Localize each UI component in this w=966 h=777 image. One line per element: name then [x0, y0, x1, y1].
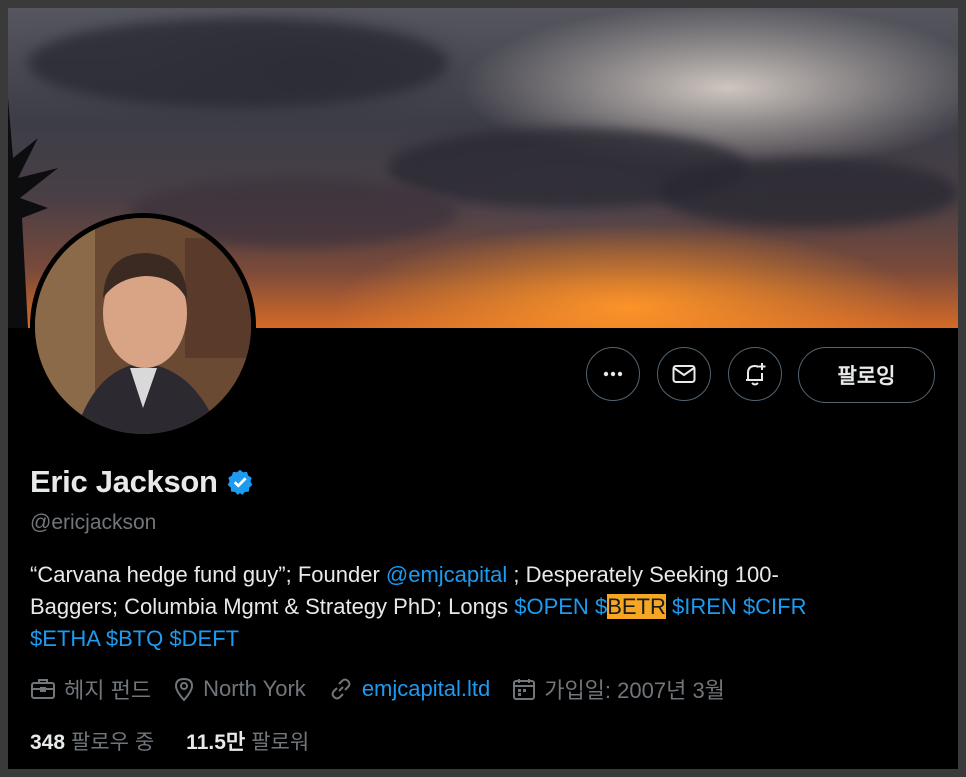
cashtag-etha[interactable]: $ETHA: [30, 626, 100, 651]
verified-badge-icon[interactable]: [226, 468, 254, 496]
profile-meta: 헤지 펀드 North York emjcapital.ltd 가입일: 200…: [30, 673, 747, 705]
envelope-icon: [672, 365, 696, 383]
location-label: North York: [203, 676, 306, 701]
following-label: 팔로우 중: [71, 731, 155, 754]
more-button[interactable]: [586, 347, 640, 401]
following-count: 348: [30, 731, 66, 754]
cashtag-cifr[interactable]: $CIFR: [743, 594, 807, 619]
bio-text: ; Desperately Seeking 100-: [507, 562, 779, 587]
following-stat[interactable]: 348 팔로우 중: [30, 726, 154, 756]
following-button[interactable]: 팔로잉: [798, 347, 935, 403]
map-pin-icon: [175, 677, 194, 702]
joined-label: 가입일: 2007년 3월: [544, 678, 725, 703]
cashtag-deft[interactable]: $DEFT: [169, 626, 239, 651]
category-label: 헤지 펀드: [64, 678, 152, 703]
calendar-icon: [513, 679, 536, 700]
bio-text: Baggers; Columbia Mgmt & Strategy PhD; L…: [30, 594, 515, 619]
followers-count: 11.5만: [186, 731, 246, 754]
cashtag-betr[interactable]: $BETR: [595, 594, 666, 619]
cashtag-btq[interactable]: $BTQ: [106, 626, 163, 651]
bio-text: “Carvana hedge fund guy”; Founder: [30, 562, 386, 587]
meta-joined: 가입일: 2007년 3월: [512, 673, 725, 705]
bell-plus-icon: [746, 363, 766, 386]
cashtag-open[interactable]: $OPEN: [514, 594, 589, 619]
profile-handle: @ericjackson: [30, 511, 157, 534]
profile-bio: “Carvana hedge fund guy”; Founder @emjca…: [30, 559, 930, 655]
profile-stats: 348 팔로우 중 11.5만 팔로워: [30, 726, 341, 756]
followers-stat[interactable]: 11.5만 팔로워: [186, 726, 309, 756]
profile-actions: 팔로잉: [8, 347, 958, 405]
avatar[interactable]: [30, 213, 256, 439]
briefcase-icon: [31, 679, 55, 699]
cashtag-iren[interactable]: $IREN: [672, 594, 737, 619]
notify-button[interactable]: [728, 347, 782, 401]
meta-category: 헤지 펀드: [30, 673, 151, 705]
more-horizontal-icon: [603, 371, 623, 377]
search-highlight: BETR: [607, 594, 666, 619]
profile-name: Eric Jackson: [30, 464, 218, 499]
meta-website: emjcapital.ltd: [328, 676, 490, 702]
profile-name-row: Eric Jackson: [30, 464, 254, 500]
profile-frame: 팔로잉 Eric Jackson @ericjackson “Carvana h…: [8, 8, 958, 769]
followers-label: 팔로워: [251, 731, 310, 754]
message-button[interactable]: [657, 347, 711, 401]
website-link[interactable]: emjcapital.ltd: [362, 676, 490, 702]
cashtag-betr-prefix: $: [594, 594, 608, 619]
link-icon: [331, 678, 351, 700]
mention-link[interactable]: @emjcapital: [386, 562, 507, 587]
meta-location: North York: [173, 676, 306, 702]
